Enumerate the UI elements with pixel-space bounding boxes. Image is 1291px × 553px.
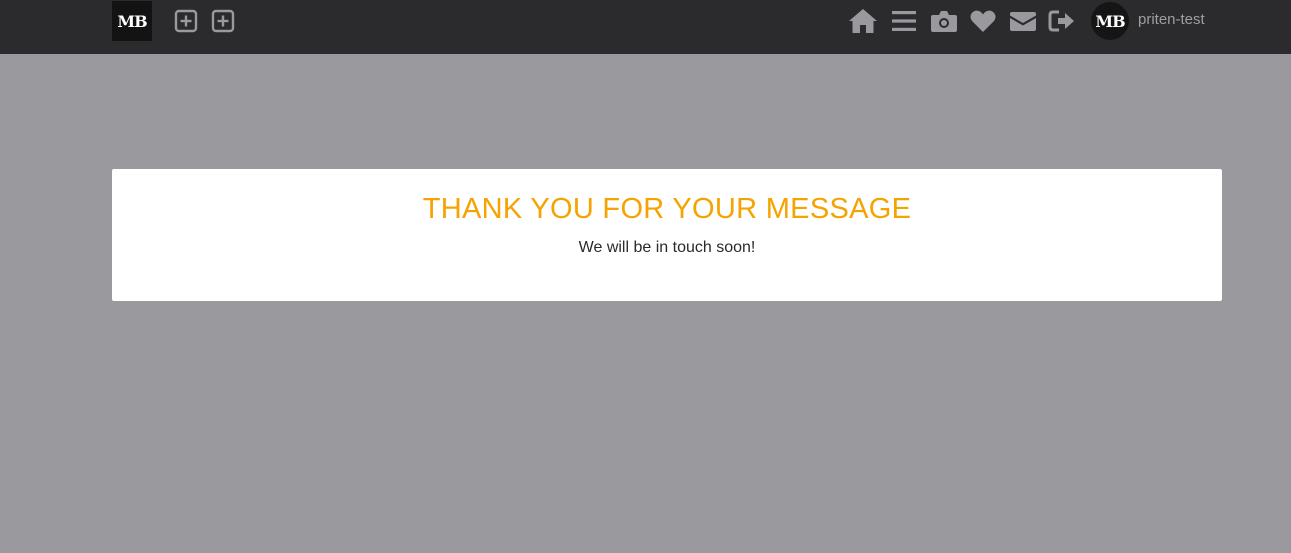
top-navbar: MB MB priten-test: [0, 0, 1291, 54]
home-icon[interactable]: [848, 6, 878, 36]
message-body: We will be in touch soon!: [578, 239, 756, 256]
menu-icon[interactable]: [890, 7, 918, 35]
page-title: THANK YOU FOR YOUR MESSAGE: [422, 193, 912, 225]
heart-icon[interactable]: [969, 7, 997, 35]
plus-square-icon[interactable]: [210, 8, 236, 34]
camera-icon[interactable]: [930, 7, 958, 35]
brand-logo[interactable]: MB: [112, 1, 152, 41]
sign-out-icon[interactable]: [1048, 7, 1076, 35]
envelope-icon[interactable]: [1009, 7, 1037, 35]
username-link[interactable]: priten-test: [1138, 11, 1205, 28]
avatar[interactable]: MB: [1091, 2, 1129, 40]
plus-square-icon[interactable]: [173, 8, 199, 34]
message-card: THANK YOU FOR YOUR MESSAGE We will be in…: [112, 169, 1222, 301]
